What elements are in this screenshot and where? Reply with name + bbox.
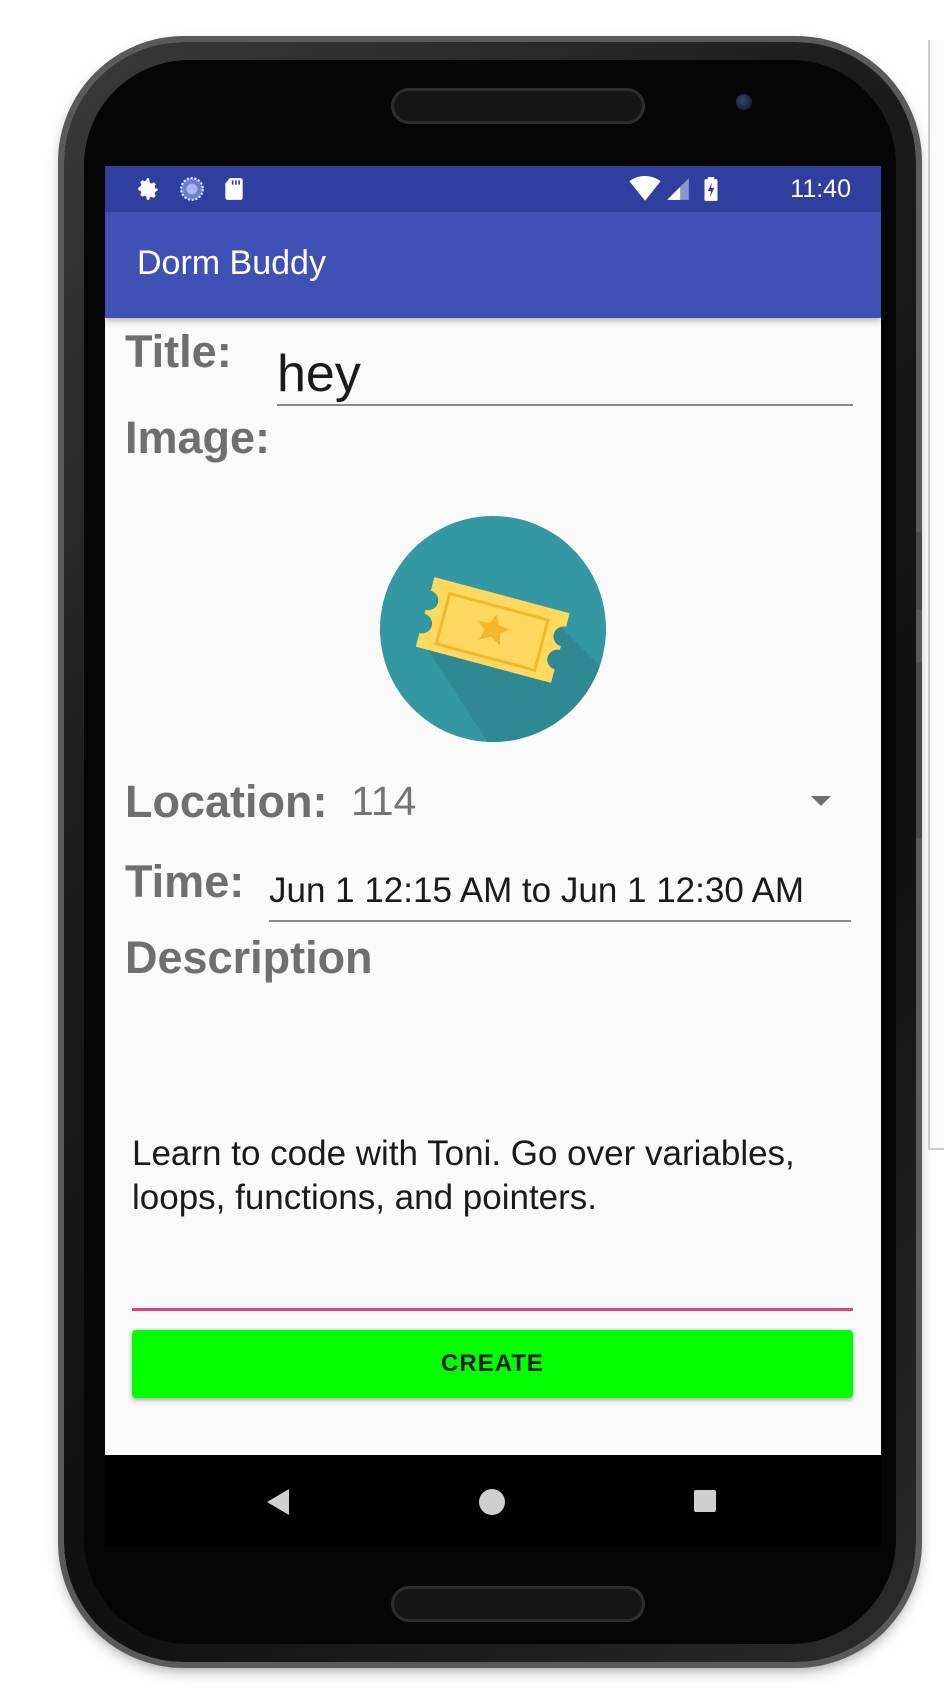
home-icon[interactable]	[479, 1489, 505, 1515]
description-label: Description	[125, 932, 373, 983]
battery-charging-icon	[704, 177, 718, 201]
status-time: 11:40	[790, 175, 851, 203]
recent-apps-icon[interactable]	[694, 1490, 716, 1512]
time-label: Time:	[125, 856, 245, 907]
chevron-down-icon[interactable]	[811, 796, 831, 806]
wifi-icon	[629, 176, 661, 201]
title-input[interactable]: hey	[277, 344, 853, 406]
app-title: Dorm Buddy	[137, 244, 326, 282]
status-bar: 11:40	[105, 166, 881, 212]
location-label: Location:	[125, 776, 328, 827]
back-icon[interactable]	[267, 1489, 289, 1515]
power-button	[916, 662, 922, 838]
side-panel	[928, 40, 944, 1150]
description-input[interactable]: Learn to code with Toni. Go over variabl…	[132, 1132, 853, 1311]
sd-card-icon	[225, 178, 243, 200]
description-text: Learn to code with Toni. Go over variabl…	[132, 1134, 795, 1217]
volume-button	[916, 532, 922, 610]
time-input[interactable]: Jun 1 12:15 AM to Jun 1 12:30 AM	[269, 862, 851, 922]
location-select[interactable]: 114	[351, 778, 416, 825]
top-speaker	[391, 88, 645, 124]
front-camera	[736, 94, 752, 110]
cell-signal-icon	[667, 178, 689, 200]
settings-icon	[138, 178, 158, 200]
sync-icon	[180, 177, 204, 201]
title-label: Title:	[125, 326, 232, 377]
navigation-bar	[105, 1455, 881, 1547]
app-bar: Dorm Buddy	[105, 212, 881, 318]
bottom-speaker	[391, 1586, 645, 1622]
event-image[interactable]	[380, 516, 606, 742]
screen: 11:40 Dorm Buddy Title: hey Image: Locat…	[105, 166, 881, 1455]
image-label: Image:	[125, 412, 271, 463]
create-button[interactable]: CREATE	[132, 1330, 853, 1398]
